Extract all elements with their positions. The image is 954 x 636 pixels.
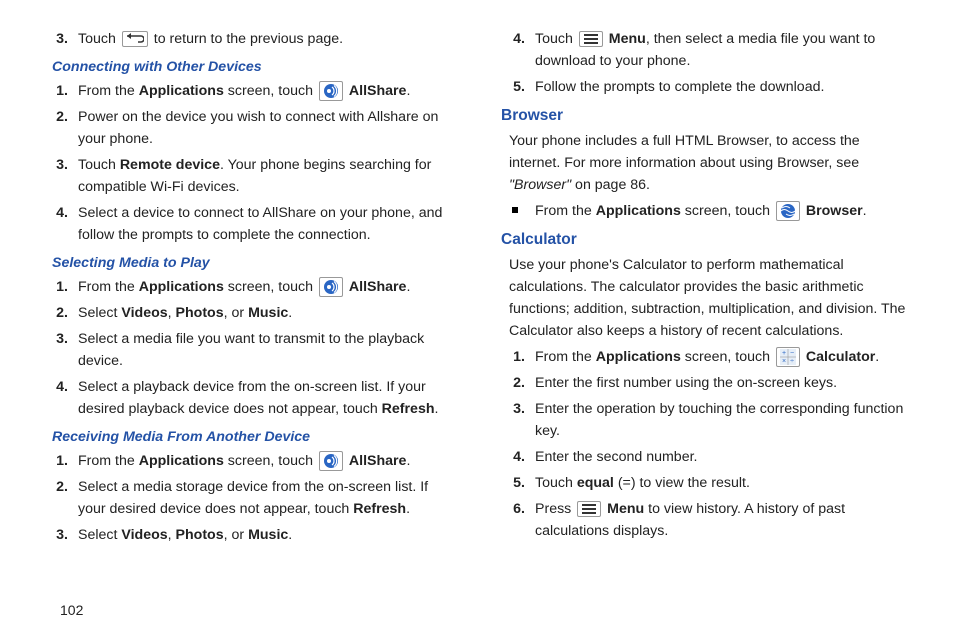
selecting-list: 1.From the Applications screen, touch Al… xyxy=(44,276,453,420)
list-item: 4.Enter the second number. xyxy=(501,446,910,468)
subheading-connecting: Connecting with Other Devices xyxy=(52,56,453,78)
list-item: 5.Touch equal (=) to view the result. xyxy=(501,472,910,494)
menu-icon xyxy=(579,31,603,47)
list-item: 1.From the Applications screen, touch Al… xyxy=(44,276,453,298)
svg-text:−: − xyxy=(790,350,794,357)
list-item: 3.Select a media file you want to transm… xyxy=(44,328,453,372)
list-item: 3.Touch Remote device. Your phone begins… xyxy=(44,154,453,198)
list-item: 3. Touch to return to the previous page. xyxy=(44,28,453,50)
subheading-selecting: Selecting Media to Play xyxy=(52,252,453,274)
right-column: 4.Touch Menu, then select a media file y… xyxy=(501,28,910,616)
list-item: 2.Power on the device you wish to connec… xyxy=(44,106,453,150)
allshare-icon xyxy=(319,277,343,297)
calculator-icon: +−× ÷ xyxy=(776,347,800,367)
page-number: 102 xyxy=(60,602,83,618)
list-item: 2.Select a media storage device from the… xyxy=(44,476,453,520)
allshare-icon xyxy=(319,451,343,471)
svg-text:÷: ÷ xyxy=(790,358,794,365)
list-item: 2.Enter the first number using the on-sc… xyxy=(501,372,910,394)
list-item: 6.Press Menu to view history. A history … xyxy=(501,498,910,542)
subheading-receiving: Receiving Media From Another Device xyxy=(52,426,453,448)
svg-text:+: + xyxy=(782,350,786,357)
browser-intro: Your phone includes a full HTML Browser,… xyxy=(501,130,910,196)
list-item: 4.Select a device to connect to AllShare… xyxy=(44,202,453,246)
manual-page: 3. Touch to return to the previous page.… xyxy=(0,0,954,636)
allshare-icon xyxy=(319,81,343,101)
list-item: 4.Select a playback device from the on-s… xyxy=(44,376,453,420)
list-item: 3.Enter the operation by touching the co… xyxy=(501,398,910,442)
list-item: 3.Select Videos, Photos, or Music. xyxy=(44,524,453,546)
browser-bullet: From the Applications screen, touch Brow… xyxy=(501,200,910,222)
menu-icon xyxy=(577,501,601,517)
left-column: 3. Touch to return to the previous page.… xyxy=(44,28,453,616)
list-item: 1.From the Applications screen, touch +−… xyxy=(501,346,910,368)
calculator-list: 1.From the Applications screen, touch +−… xyxy=(501,346,910,542)
svg-text:×: × xyxy=(782,358,786,365)
list-item: 1.From the Applications screen, touch Al… xyxy=(44,80,453,102)
back-icon xyxy=(122,31,148,47)
heading-browser: Browser xyxy=(501,104,910,128)
list-item: 1.From the Applications screen, touch Al… xyxy=(44,450,453,472)
square-bullet-icon xyxy=(501,200,535,220)
left-top-list: 3. Touch to return to the previous page. xyxy=(44,28,453,50)
list-item: 2.Select Videos, Photos, or Music. xyxy=(44,302,453,324)
browser-icon xyxy=(776,201,800,221)
list-item: 4.Touch Menu, then select a media file y… xyxy=(501,28,910,72)
connecting-list: 1.From the Applications screen, touch Al… xyxy=(44,80,453,246)
receiving-list: 1.From the Applications screen, touch Al… xyxy=(44,450,453,546)
list-item: 5.Follow the prompts to complete the dow… xyxy=(501,76,910,98)
right-top-list: 4.Touch Menu, then select a media file y… xyxy=(501,28,910,98)
heading-calculator: Calculator xyxy=(501,228,910,252)
calculator-intro: Use your phone's Calculator to perform m… xyxy=(501,254,910,342)
